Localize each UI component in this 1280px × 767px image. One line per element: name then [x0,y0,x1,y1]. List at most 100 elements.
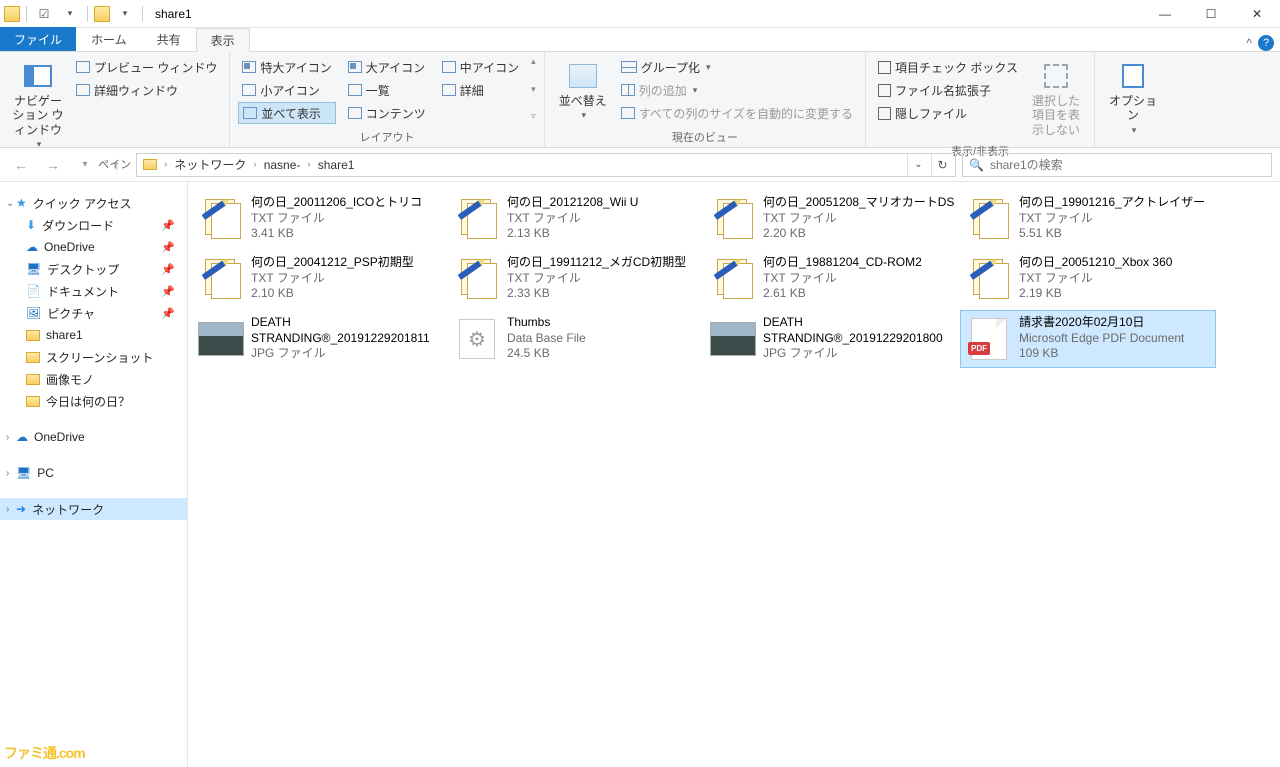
file-name: 何の日_19881204_CD-ROM2 [763,255,922,271]
file-name: 何の日_20121208_Wii U [507,195,638,211]
main-area: ⌄★クイック アクセス ⬇ダウンロード📌 ☁OneDrive📌 🖥デスクトップ📌… [0,182,1280,767]
layout-small-button[interactable]: 小アイコン [238,79,335,101]
back-button[interactable]: ← [8,152,34,178]
file-pane[interactable]: 何の日_20011206_ICOとトリコTXT ファイル3.41 KB何の日_2… [188,182,1280,767]
layout-content-button[interactable]: コンテンツ [344,102,430,124]
file-tile[interactable]: 何の日_20051210_Xbox 360TXT ファイル2.19 KB [960,250,1216,308]
help-icon[interactable]: ? [1258,35,1274,51]
minimize-button[interactable]: — [1142,0,1188,28]
qat-properties-icon[interactable]: ☑ [33,3,55,25]
qat-caret-icon[interactable]: ▾ [114,3,136,25]
file-tile[interactable]: ⚙ThumbsData Base File24.5 KB [448,310,704,368]
layout-extra-large-button[interactable]: 特大アイコン [238,56,335,78]
close-button[interactable]: ✕ [1234,0,1280,28]
file-tile[interactable]: 何の日_19911212_メガCD初期型TXT ファイル2.33 KB [448,250,704,308]
search-input[interactable] [990,158,1265,172]
search-box[interactable]: 🔍 [962,153,1272,177]
forward-button[interactable]: → [40,152,66,178]
file-tile[interactable]: PDF請求書2020年02月10日Microsoft Edge PDF Docu… [960,310,1216,368]
breadcrumb-network[interactable]: ネットワーク [170,156,250,173]
sidebar-network[interactable]: ›➜ネットワーク [0,498,187,520]
file-tile[interactable]: DEATH STRANDING®_20191229201800JPG ファイル [704,310,960,368]
sidebar-onedrive[interactable]: ☁OneDrive📌 [0,236,187,258]
pin-icon: 📌 [161,263,175,276]
jpg-file-icon [710,322,756,356]
tab-home[interactable]: ホーム [76,27,142,51]
tab-share[interactable]: 共有 [142,27,196,51]
sidebar-downloads[interactable]: ⬇ダウンロード📌 [0,214,187,236]
layout-medium-button[interactable]: 中アイコン [438,56,523,78]
sort-button[interactable]: 並べ替え ▾ [553,56,613,127]
details-icon [442,84,456,96]
recent-locations-button[interactable]: ▾ [72,152,98,178]
medium-icons-icon [442,61,456,73]
breadcrumb-root-icon[interactable] [139,159,161,170]
breadcrumb-folder[interactable]: share1 [314,158,359,172]
search-icon: 🔍 [969,158,984,172]
hidden-files-toggle[interactable]: 隠しファイル [874,102,1022,124]
file-size: 24.5 KB [507,346,586,362]
breadcrumb-host[interactable]: nasne- [260,158,305,172]
sidebar-gazou[interactable]: 画像モノ [0,368,187,390]
chevron-right-icon: › [6,432,9,443]
sidebar-pc[interactable]: ›🖥PC [0,462,187,484]
file-size: 2.10 KB [251,286,414,302]
sidebar-whatday[interactable]: 今日は何の日？ [0,390,187,412]
txt-file-icon [199,257,243,301]
navigation-pane-button[interactable]: ナビゲーション ウィンドウ ▾ [8,56,68,154]
ribbon-collapse-icon[interactable]: ^ [1246,36,1252,50]
sidebar-onedrive-root[interactable]: ›☁OneDrive [0,426,187,448]
layout-details-button[interactable]: 詳細 [438,79,523,101]
file-tile[interactable]: 何の日_19881204_CD-ROM2TXT ファイル2.61 KB [704,250,960,308]
sidebar-share1[interactable]: share1 [0,324,187,346]
file-tile[interactable]: 何の日_20011206_ICOとトリコTXT ファイル3.41 KB [192,190,448,248]
maximize-button[interactable]: ☐ [1188,0,1234,28]
details-pane-button[interactable]: 詳細ウィンドウ [72,79,221,101]
document-icon: 📄 [26,284,41,298]
file-type: TXT ファイル [1019,211,1205,227]
small-icons-icon [242,84,256,96]
file-type: TXT ファイル [763,211,954,227]
autosize-columns-button[interactable]: すべての列のサイズを自動的に変更する [617,102,857,124]
layout-more-icon[interactable]: ▿ [531,111,536,122]
sidebar-desktop[interactable]: 🖥デスクトップ📌 [0,258,187,280]
sidebar-documents[interactable]: 📄ドキュメント📌 [0,280,187,302]
sidebar-quick-access[interactable]: ⌄★クイック アクセス [0,192,187,214]
breadcrumb-sep-icon[interactable]: › [306,159,311,170]
layout-scroll-down-icon[interactable]: ▾ [531,84,536,95]
file-tile[interactable]: 何の日_20121208_Wii UTXT ファイル2.13 KB [448,190,704,248]
layout-large-button[interactable]: 大アイコン [344,56,430,78]
add-columns-button[interactable]: 列の追加▾ [617,79,857,101]
chevron-right-icon: › [6,504,9,515]
breadcrumb-sep-icon[interactable]: › [252,159,257,170]
preview-pane-button[interactable]: プレビュー ウィンドウ [72,56,221,78]
sidebar: ⌄★クイック アクセス ⬇ダウンロード📌 ☁OneDrive📌 🖥デスクトップ📌… [0,182,188,767]
file-tile[interactable]: 何の日_19901216_アクトレイザーTXT ファイル5.51 KB [960,190,1216,248]
file-name: 請求書2020年02月10日 [1019,315,1184,331]
file-ext-toggle[interactable]: ファイル名拡張子 [874,79,1022,101]
breadcrumb-sep-icon[interactable]: › [163,159,168,170]
address-bar[interactable]: › ネットワーク › nasne- › share1 ⌄ ↻ [136,153,956,177]
navigation-row: ← → ▾ ↑ › ネットワーク › nasne- › share1 ⌄ ↻ 🔍 [0,148,1280,182]
file-name: 何の日_20041212_PSP初期型 [251,255,414,271]
group-by-button[interactable]: グループ化▾ [617,56,857,78]
item-checkboxes-toggle[interactable]: 項目チェック ボックス [874,56,1022,78]
refresh-button[interactable]: ↻ [931,154,953,176]
file-tile[interactable]: 何の日_20051208_マリオカートDSTXT ファイル2.20 KB [704,190,960,248]
options-button[interactable]: オプション ▾ [1103,56,1163,140]
qat-dropdown-icon[interactable]: ▾ [59,3,81,25]
file-type: TXT ファイル [251,211,422,227]
layout-scroll-up-icon[interactable]: ▴ [531,56,536,67]
file-tile[interactable]: DEATH STRANDING®_20191229201811JPG ファイル [192,310,448,368]
address-dropdown-icon[interactable]: ⌄ [907,154,929,176]
hide-selected-button[interactable]: 選択した項目を表示しない [1026,56,1086,141]
sidebar-screenshots[interactable]: スクリーンショット [0,346,187,368]
window-title: share1 [155,7,192,21]
sidebar-pictures[interactable]: 🖼ピクチャ📌 [0,302,187,324]
up-button[interactable]: ↑ [104,152,130,178]
tab-file[interactable]: ファイル [0,27,76,51]
tab-view[interactable]: 表示 [196,28,250,52]
layout-tiles-button[interactable]: 並べて表示 [238,102,335,124]
layout-list-button[interactable]: 一覧 [344,79,430,101]
file-tile[interactable]: 何の日_20041212_PSP初期型TXT ファイル2.10 KB [192,250,448,308]
